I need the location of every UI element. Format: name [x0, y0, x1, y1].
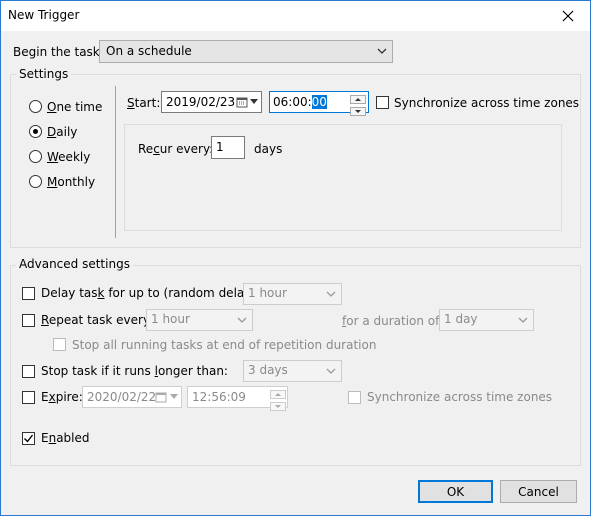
start-time-selection: 00	[311, 95, 327, 109]
expire-time-spinner[interactable]	[270, 388, 286, 411]
chevron-down-icon	[237, 317, 247, 323]
title-bar	[0, 0, 591, 31]
window-title: New Trigger	[8, 8, 80, 22]
chevron-down-icon[interactable]	[250, 99, 258, 104]
recur-panel	[124, 124, 562, 231]
label-monthly[interactable]: Monthly	[47, 175, 95, 189]
chevron-down-icon	[377, 48, 387, 54]
advanced-settings-legend: Advanced settings	[16, 257, 133, 271]
begin-task-dropdown[interactable]: On a schedule	[99, 40, 393, 63]
stop-if-longer-value: 3 days	[248, 363, 288, 377]
recur-input[interactable]: 1	[211, 136, 245, 159]
start-label: Start:	[127, 96, 161, 110]
label-one-time[interactable]: One time	[47, 100, 102, 114]
calendar-icon[interactable]	[155, 391, 167, 403]
chevron-down-icon	[326, 291, 336, 297]
calendar-icon[interactable]	[236, 96, 248, 108]
checkmark-icon	[24, 434, 34, 443]
delay-label[interactable]: Delay task for up to (random delay):	[41, 286, 260, 300]
radio-monthly[interactable]	[29, 175, 42, 188]
stop-if-longer-dropdown[interactable]: 3 days	[243, 360, 342, 382]
delay-value: 1 hour	[248, 286, 287, 300]
begin-task-label: Begin the task:	[13, 45, 104, 59]
expire-time-value: 12:56:09	[192, 390, 246, 404]
start-time-prefix: 06:00:	[273, 95, 312, 109]
label-one-time-rest: ne time	[56, 100, 103, 114]
start-date-picker[interactable]: 2019/02/23	[161, 91, 262, 113]
sync-timezones-checkbox[interactable]	[376, 96, 389, 109]
start-time-value: 06:00:00	[273, 95, 327, 109]
radio-weekly[interactable]	[29, 150, 42, 163]
close-icon	[562, 10, 574, 21]
start-time-field[interactable]: 06:00:00	[269, 91, 369, 116]
begin-task-value: On a schedule	[106, 44, 192, 58]
expire-time-field[interactable]: 12:56:09	[187, 386, 288, 411]
delay-checkbox[interactable]	[22, 287, 35, 300]
cancel-button[interactable]: Cancel	[500, 480, 577, 503]
close-button[interactable]	[545, 0, 591, 31]
repeat-dropdown[interactable]: 1 hour	[146, 309, 253, 331]
recur-label: Recur every:	[138, 142, 214, 156]
expire-label[interactable]: Expire:	[41, 390, 83, 404]
chevron-down-icon	[326, 368, 336, 374]
stop-if-longer-checkbox[interactable]	[22, 365, 35, 378]
settings-separator	[115, 86, 116, 238]
recur-value: 1	[216, 140, 224, 154]
enabled-checkbox[interactable]	[22, 432, 35, 445]
stop-all-label[interactable]: Stop all running tasks at end of repetit…	[72, 338, 376, 352]
expire-date-picker[interactable]: 2020/02/22	[82, 386, 182, 408]
duration-label: for a duration of:	[342, 314, 443, 328]
repeat-value: 1 hour	[151, 312, 190, 326]
chevron-down-icon	[518, 317, 528, 323]
label-weekly[interactable]: Weekly	[47, 150, 90, 164]
expire-checkbox[interactable]	[22, 391, 35, 404]
enabled-label[interactable]: Enabled	[41, 431, 90, 445]
duration-value: 1 day	[444, 312, 478, 326]
settings-legend: Settings	[16, 67, 72, 81]
label-monthly-rest: onthly	[57, 175, 96, 189]
repeat-checkbox[interactable]	[22, 314, 35, 327]
delay-dropdown[interactable]: 1 hour	[243, 283, 342, 305]
repeat-label[interactable]: Repeat task every:	[41, 313, 153, 327]
stop-all-checkbox[interactable]	[53, 338, 66, 351]
expire-date-value: 2020/02/22	[87, 390, 157, 404]
spin-up-icon[interactable]	[270, 390, 286, 399]
label-daily-rest: aily	[56, 125, 78, 139]
duration-dropdown[interactable]: 1 day	[439, 309, 534, 331]
label-weekly-rest: eekly	[58, 150, 91, 164]
spin-down-icon[interactable]	[350, 107, 366, 116]
spin-up-icon[interactable]	[350, 95, 366, 104]
sync-timezones-label[interactable]: Synchronize across time zones	[394, 96, 579, 110]
radio-one-time[interactable]	[29, 100, 42, 113]
expire-sync-checkbox[interactable]	[348, 391, 361, 404]
ok-button[interactable]: OK	[418, 480, 493, 503]
stop-if-longer-label[interactable]: Stop task if it runs longer than:	[41, 364, 228, 378]
chevron-down-icon[interactable]	[170, 394, 178, 399]
start-time-spinner[interactable]	[350, 93, 366, 116]
expire-sync-label[interactable]: Synchronize across time zones	[367, 390, 552, 404]
start-date-value: 2019/02/23	[166, 95, 236, 109]
radio-daily[interactable]	[29, 125, 42, 138]
label-daily[interactable]: Daily	[47, 125, 77, 139]
spin-down-icon[interactable]	[270, 402, 286, 411]
recur-unit: days	[254, 142, 283, 156]
